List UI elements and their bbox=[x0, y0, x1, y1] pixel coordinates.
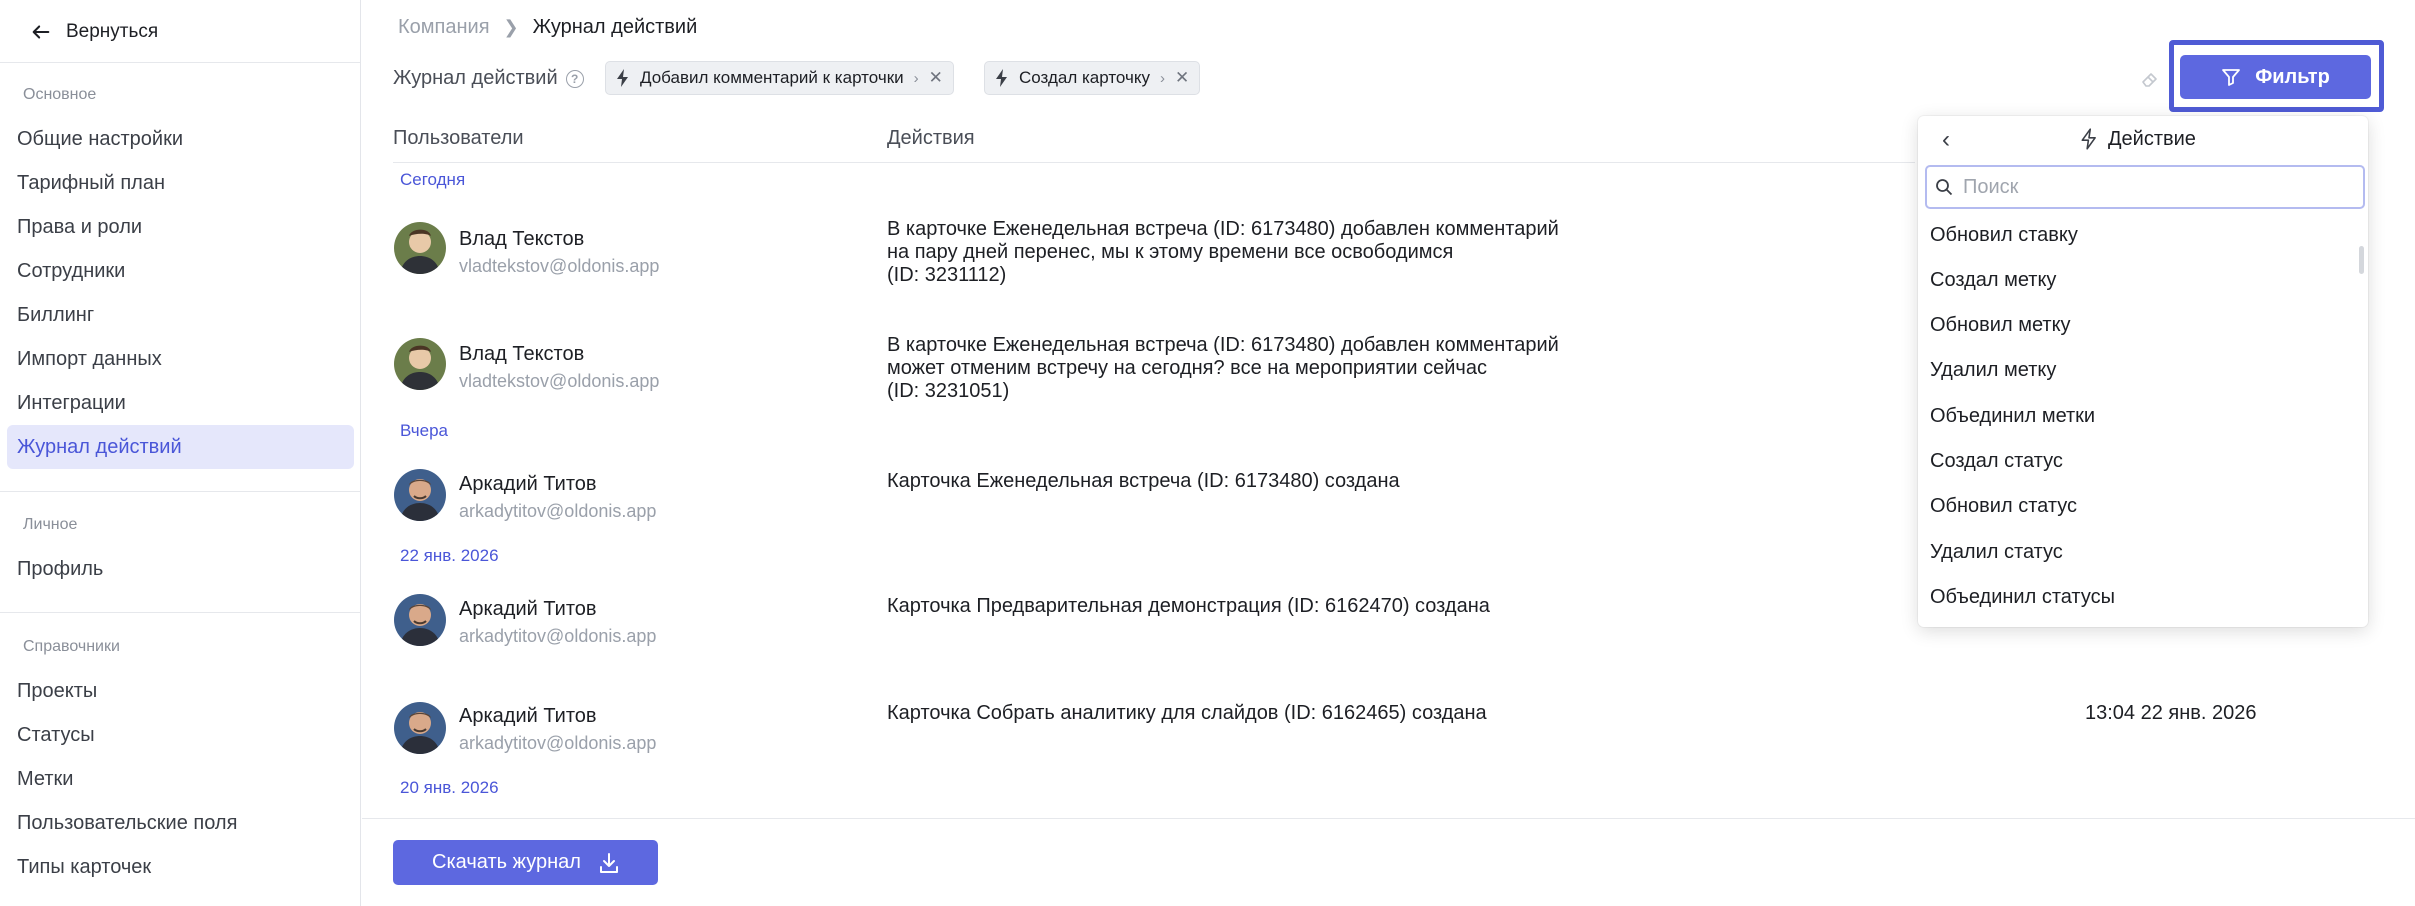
close-icon[interactable]: ✕ bbox=[1175, 68, 1189, 88]
filter-chip-label: Создал карточку bbox=[1019, 68, 1150, 87]
user-name: Влад Текстов bbox=[459, 228, 585, 250]
user-email: vladtekstov@oldonis.app bbox=[459, 371, 660, 391]
action-text: В карточке Еженедельная встреча (ID: 617… bbox=[887, 334, 1559, 402]
sidebar: Вернуться Основное Общие настройки Тариф… bbox=[0, 0, 361, 906]
sidebar-divider bbox=[0, 62, 360, 63]
sidebar-item-custom-fields[interactable]: Пользовательские поля bbox=[7, 801, 354, 845]
breadcrumb-parent[interactable]: Компания bbox=[398, 16, 490, 39]
chevron-right-icon: ❯ bbox=[503, 17, 519, 37]
sidebar-item-projects[interactable]: Проекты bbox=[7, 669, 354, 713]
header-divider bbox=[393, 162, 1915, 163]
date-group-label: Сегодня bbox=[400, 170, 466, 189]
filter-chip-comment[interactable]: Добавил комментарий к карточки › ✕ bbox=[605, 61, 954, 95]
action-time: 13:04 22 янв. 2026 bbox=[2085, 702, 2257, 724]
close-icon[interactable]: ✕ bbox=[929, 68, 943, 88]
dropdown-item[interactable]: Удалил метку bbox=[1930, 359, 2056, 382]
sidebar-item-card-types[interactable]: Типы карточек bbox=[7, 845, 354, 889]
user-name: Аркадий Титов bbox=[459, 473, 597, 495]
bolt-icon bbox=[996, 69, 1007, 87]
sidebar-item-billing[interactable]: Биллинг bbox=[7, 293, 354, 337]
action-text: Карточка Предварительная демонстрация (I… bbox=[887, 595, 1490, 617]
dropdown-item[interactable]: Удалил статус bbox=[1930, 541, 2063, 564]
avatar bbox=[394, 594, 446, 646]
filter-icon bbox=[2222, 69, 2241, 86]
date-group-label: 20 янв. 2026 bbox=[400, 778, 499, 797]
breadcrumb-current: Журнал действий bbox=[532, 16, 698, 38]
dropdown-title-text: Действие bbox=[2108, 127, 2196, 150]
search-field[interactable] bbox=[1925, 165, 2365, 209]
dropdown-item[interactable]: Обновил ставку bbox=[1930, 224, 2078, 247]
action-text: Карточка Собрать аналитику для слайдов (… bbox=[887, 702, 1487, 724]
section-heading-main: Основное bbox=[23, 86, 97, 103]
user-email: arkadytitov@oldonis.app bbox=[459, 626, 657, 646]
sidebar-divider bbox=[0, 612, 360, 613]
sidebar-item-tariff[interactable]: Тарифный план bbox=[7, 161, 354, 205]
user-name: Аркадий Титов bbox=[459, 598, 597, 620]
section-heading-personal: Личное bbox=[23, 516, 78, 533]
date-group-label: Вчера bbox=[400, 421, 448, 440]
dropdown-item[interactable]: Обновил статус bbox=[1930, 495, 2077, 518]
action-text: В карточке Еженедельная встреча (ID: 617… bbox=[887, 218, 1559, 286]
download-label: Скачать журнал bbox=[432, 851, 581, 873]
bolt-icon bbox=[2081, 128, 2096, 150]
chevron-right-icon[interactable]: › bbox=[1160, 70, 1165, 87]
filter-chip-create[interactable]: Создал карточку › ✕ bbox=[984, 61, 1201, 95]
chevron-right-icon[interactable]: › bbox=[914, 70, 919, 87]
sidebar-item-import[interactable]: Импорт данных bbox=[7, 337, 354, 381]
search-input[interactable] bbox=[1963, 175, 2353, 199]
journal-label: Журнал действий ? bbox=[393, 67, 584, 90]
dropdown-item[interactable]: Объединил статусы bbox=[1930, 586, 2115, 609]
back-label: Вернуться bbox=[66, 21, 159, 42]
avatar bbox=[394, 702, 446, 754]
avatar bbox=[394, 338, 446, 390]
date-group-label: 22 янв. 2026 bbox=[400, 546, 499, 565]
avatar bbox=[394, 469, 446, 521]
dropdown-title: Действие bbox=[2080, 124, 2196, 154]
user-email: arkadytitov@oldonis.app bbox=[459, 501, 657, 521]
sidebar-item-statuses[interactable]: Статусы bbox=[7, 713, 354, 757]
user-email: vladtekstov@oldonis.app bbox=[459, 256, 660, 276]
back-button[interactable]: Вернуться bbox=[30, 18, 158, 46]
journal-label-text: Журнал действий bbox=[393, 67, 558, 89]
sidebar-item-integrations[interactable]: Интеграции bbox=[7, 381, 354, 425]
user-name: Аркадий Титов bbox=[459, 705, 597, 727]
search-icon bbox=[1936, 179, 1953, 196]
chevron-left-icon[interactable]: ‹ bbox=[1932, 126, 1960, 154]
footer-divider bbox=[362, 818, 2415, 819]
download-icon bbox=[599, 852, 618, 873]
action-text: Карточка Еженедельная встреча (ID: 61734… bbox=[887, 470, 1400, 492]
sidebar-item-general-settings[interactable]: Общие настройки bbox=[7, 117, 354, 161]
sidebar-item-roles[interactable]: Права и роли bbox=[7, 205, 354, 249]
sidebar-divider bbox=[0, 491, 360, 492]
filter-button[interactable]: Фильтр bbox=[2180, 55, 2371, 99]
sidebar-item-employees[interactable]: Сотрудники bbox=[7, 249, 354, 293]
section-heading-refs: Справочники bbox=[23, 638, 120, 655]
arrow-left-icon bbox=[32, 25, 50, 39]
filter-label: Фильтр bbox=[2255, 65, 2330, 88]
sidebar-item-profile[interactable]: Профиль bbox=[7, 547, 354, 591]
help-icon[interactable]: ? bbox=[565, 69, 584, 88]
scrollbar[interactable] bbox=[2359, 246, 2364, 274]
download-log-button[interactable]: Скачать журнал bbox=[393, 840, 658, 885]
sidebar-item-action-log[interactable]: Журнал действий bbox=[7, 425, 354, 469]
sidebar-item-tags[interactable]: Метки bbox=[7, 757, 354, 801]
user-name: Влад Текстов bbox=[459, 343, 585, 365]
user-email: arkadytitov@oldonis.app bbox=[459, 733, 657, 753]
dropdown-item[interactable]: Создал статус bbox=[1930, 450, 2063, 473]
filter-chip-label: Добавил комментарий к карточки bbox=[640, 68, 904, 87]
column-header-actions: Действия bbox=[887, 127, 975, 149]
dropdown-item[interactable]: Создал метку bbox=[1930, 269, 2056, 292]
breadcrumb: Компания ❯ Журнал действий bbox=[398, 16, 697, 39]
action-filter-dropdown: ‹ Действие Обновил ставку Создал метку О… bbox=[1918, 116, 2368, 627]
avatar bbox=[394, 222, 446, 274]
bolt-icon bbox=[617, 69, 628, 87]
eraser-icon[interactable] bbox=[2135, 64, 2165, 94]
dropdown-item[interactable]: Обновил метку bbox=[1930, 314, 2071, 337]
column-header-users: Пользователи bbox=[393, 127, 524, 149]
dropdown-item[interactable]: Объединил метки bbox=[1930, 405, 2095, 428]
